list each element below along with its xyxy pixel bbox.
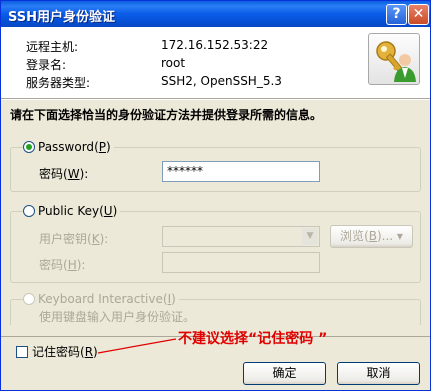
close-button[interactable]: ✕ [408, 4, 429, 25]
radio-selected-icon[interactable] [23, 141, 35, 153]
password-radio-label: Password [38, 140, 95, 154]
userkey-label: 用户密钥(K): [39, 232, 109, 246]
ssh-auth-dialog: SSH用户身份验证 ? ✕ 远程主机: 172.16.152.53:22 登录名… [0, 0, 431, 391]
browse-button-label: 浏览 [340, 229, 365, 243]
keyboard-radio[interactable]: Keyboard Interactive(I) [23, 291, 179, 307]
login-value: root [161, 56, 186, 70]
publickey-radio-label: Public Key [38, 204, 100, 218]
connection-info-panel: 远程主机: 172.16.152.53:22 登录名: root 服务器类型: … [1, 27, 430, 98]
remember-password-label: 记住密码 [32, 345, 81, 359]
publickey-hotkey: U [103, 204, 113, 218]
password-hotkey: P [98, 140, 106, 154]
server-type-value: SSH2, OpenSSH_5.3 [161, 74, 282, 88]
annotation-text: 不建议选择“记住密码 ” [178, 331, 328, 347]
publickey-radio[interactable]: Public Key(U) [23, 203, 121, 219]
key-password-input[interactable] [162, 252, 320, 273]
annotation-arrow-icon [97, 338, 177, 354]
title-bar[interactable]: SSH用户身份验证 ? ✕ [1, 1, 430, 27]
userkey-select[interactable]: ▼ [162, 226, 320, 247]
host-label: 远程主机: [26, 40, 79, 54]
divider-highlight [1, 99, 430, 100]
ok-button[interactable]: 确定 [243, 362, 326, 385]
userkey-hotkey: K [91, 232, 100, 246]
password-radio[interactable]: Password(P) [23, 139, 114, 155]
cancel-button[interactable]: 取消 [337, 362, 420, 385]
server-type-label: 服务器类型: [26, 76, 91, 90]
key-password-label-text: 密码 [39, 258, 64, 272]
password-field-hotkey: W [67, 167, 80, 181]
password-field-label-text: 密码 [39, 167, 64, 181]
remember-hotkey: R [84, 345, 94, 359]
radio-disabled-icon[interactable] [23, 293, 35, 305]
password-field-label: 密码(W): [39, 167, 89, 181]
checkbox-icon[interactable] [16, 346, 28, 358]
radio-unselected-icon[interactable] [23, 205, 35, 217]
chevron-down-icon: ▼ [302, 228, 318, 245]
keyboard-radio-label: Keyboard Interactive [38, 292, 163, 306]
key-password-label: 密码(H): [39, 258, 86, 272]
help-button[interactable]: ? [386, 4, 407, 25]
browse-hotkey: B [368, 229, 377, 243]
window-title: SSH用户身份验证 [8, 10, 116, 25]
password-input[interactable]: ****** [162, 161, 320, 182]
remember-password-checkbox[interactable]: 记住密码(R) [16, 343, 98, 360]
userkey-label-text: 用户密钥 [39, 232, 88, 246]
keyboard-desc: 使用键盘输入用户身份验证。 [39, 310, 196, 324]
instruction-text: 请在下面选择恰当的身份验证方法并提供登录所需的信息。 [10, 108, 323, 122]
key-password-hotkey: H [67, 258, 77, 272]
browse-button[interactable]: 浏览(B)... ▾ [330, 225, 413, 248]
key-user-icon [368, 33, 420, 85]
keyboard-hotkey: I [167, 292, 172, 306]
login-label: 登录名: [26, 58, 67, 72]
host-value: 172.16.152.53:22 [161, 38, 269, 52]
